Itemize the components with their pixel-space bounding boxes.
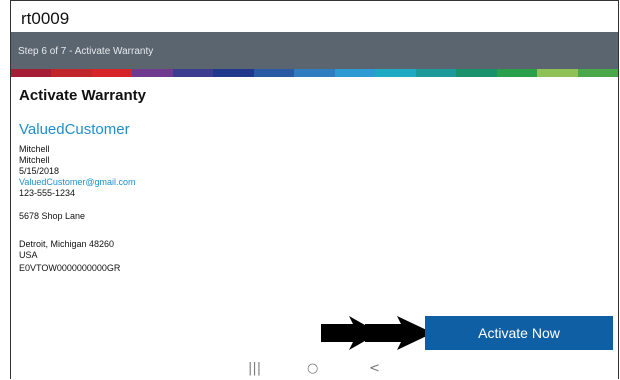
- color-segment: [294, 69, 335, 77]
- step-label: Step 6 of 7 - Activate Warranty: [18, 46, 154, 57]
- customer-last-name: Mitchell: [19, 155, 50, 165]
- color-segment: [91, 69, 133, 77]
- customer-first-name: Mitchell: [19, 144, 50, 154]
- activate-now-button[interactable]: Activate Now: [425, 316, 613, 350]
- color-segment: [375, 69, 416, 77]
- color-segment: [253, 69, 295, 77]
- customer-date: 5/15/2018: [19, 166, 60, 176]
- color-segment: [334, 69, 376, 77]
- color-segment: [172, 69, 214, 77]
- brand-color-bar: [11, 69, 619, 77]
- customer-email: ValuedCustomer@gmail.com: [19, 177, 136, 187]
- back-icon[interactable]: <: [369, 361, 380, 376]
- customer-username: ValuedCustomer: [19, 121, 130, 138]
- color-segment: [496, 69, 538, 77]
- step-header: Step 6 of 7 - Activate Warranty: [11, 32, 618, 69]
- color-segment: [537, 69, 578, 77]
- customer-city-state-zip: Detroit, Michigan 48260: [19, 239, 115, 249]
- app-window: rt0009 Step 6 of 7 - Activate Warranty A…: [10, 0, 619, 379]
- customer-country: USA: [19, 250, 38, 260]
- color-segment: [132, 69, 173, 77]
- window-title: rt0009: [21, 9, 70, 28]
- customer-street: 5678 Shop Lane: [19, 211, 86, 221]
- color-segment: [213, 69, 254, 77]
- color-segment: [51, 69, 92, 77]
- recents-icon[interactable]: |||: [248, 361, 261, 376]
- color-segment: [456, 69, 497, 77]
- color-segment: [415, 69, 457, 77]
- system-nav-bar: ||| ○ <: [11, 359, 618, 380]
- pointer-arrow-icon: [321, 316, 433, 350]
- customer-phone: 123-555-1234: [19, 188, 76, 198]
- home-icon[interactable]: ○: [307, 361, 318, 376]
- product-serial: E0VTOW0000000000GR: [19, 263, 121, 273]
- color-segment: [11, 69, 52, 77]
- page-title: Activate Warranty: [19, 87, 146, 104]
- color-segment: [577, 69, 619, 77]
